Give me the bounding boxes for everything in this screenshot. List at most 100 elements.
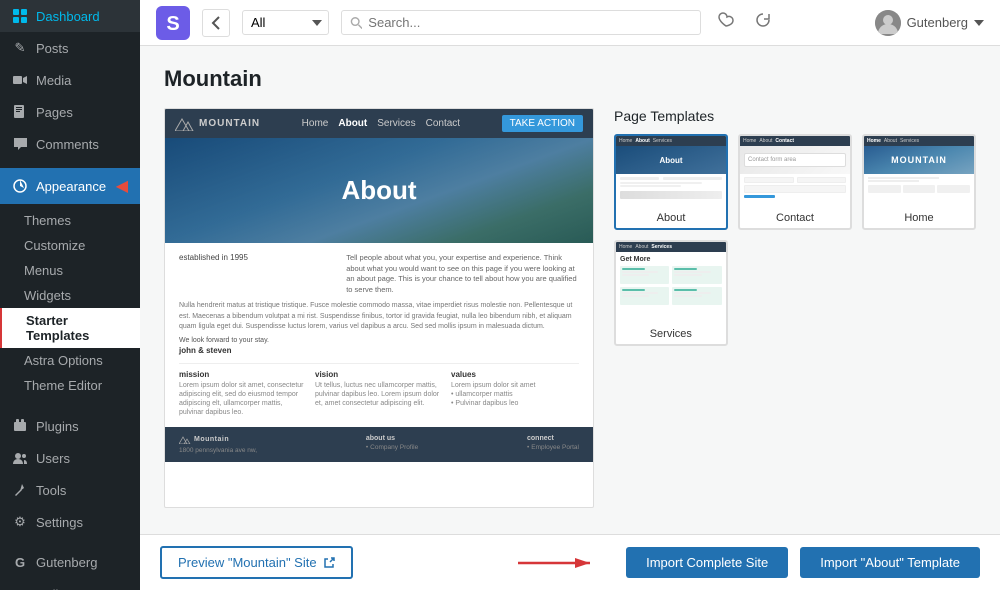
preview-footer-left: Mountain 1800 pennsylvania ave nw, — [179, 435, 257, 454]
main-area: S All Free Premium Gutenberg — [140, 0, 1000, 590]
gutenberg-icon: G — [12, 554, 28, 570]
bottom-bar: Preview "Mountain" Site Import Complete … — [140, 534, 1000, 590]
sidebar-item-label: Gutenberg — [36, 555, 97, 570]
sidebar-item-dashboard[interactable]: Dashboard — [0, 0, 140, 32]
preview-mission-col: mission Lorem ipsum dolor sit amet, cons… — [179, 370, 307, 417]
user-area: Gutenberg — [875, 10, 984, 36]
template-thumb-home[interactable]: Home About Services MOUNTAIN — [862, 134, 976, 230]
sidebar-item-label: Appearance — [36, 179, 106, 194]
sidebar-item-appearance[interactable]: Appearance ◀ — [0, 168, 140, 204]
sidebar-sub-customize[interactable]: Customize — [0, 233, 140, 258]
page-templates-top-row: Home About Services About — [614, 134, 976, 230]
sidebar-sub-menus[interactable]: Menus — [0, 258, 140, 283]
external-link-icon — [323, 557, 335, 569]
comments-icon — [12, 136, 28, 152]
mountain-logo-icon — [175, 117, 195, 131]
about-thumb-label: About — [616, 208, 726, 228]
search-input[interactable] — [368, 15, 692, 30]
dashboard-icon — [12, 8, 28, 24]
preview-vision-col: vision Ut tellus, luctus nec ullamcorper… — [315, 370, 443, 417]
collapse-label: Collapse menu — [36, 587, 123, 590]
services-thumb-img: Home About Services Get More — [616, 242, 726, 324]
home-thumb-img: Home About Services MOUNTAIN — [864, 136, 974, 208]
preview-cta-btn: TAKE ACTION — [502, 115, 583, 132]
about-thumb-img: Home About Services About — [616, 136, 726, 208]
preview-site-name: MOUNTAIN — [175, 117, 260, 131]
appearance-icon — [12, 178, 28, 194]
svg-text:S: S — [166, 13, 179, 35]
preview-about-text: Tell people about what you, your experti… — [346, 253, 579, 295]
red-arrow-icon — [518, 553, 598, 573]
back-button[interactable] — [202, 9, 230, 37]
sidebar-sub-starter-templates[interactable]: Starter Templates — [0, 308, 140, 348]
search-box — [341, 10, 701, 35]
template-thumb-about[interactable]: Home About Services About — [614, 134, 728, 230]
sidebar-item-label: Pages — [36, 105, 73, 120]
tools-icon — [12, 482, 28, 498]
sidebar-item-label: Settings — [36, 515, 83, 530]
template-layout: MOUNTAIN Home About Services Contact TAK… — [164, 108, 976, 508]
media-icon — [12, 72, 28, 88]
template-thumb-contact[interactable]: Home About Contact Contact form area — [738, 134, 852, 230]
sidebar-item-label: Media — [36, 73, 71, 88]
sidebar-item-label: Dashboard — [36, 9, 100, 24]
contact-thumb-label: Contact — [740, 208, 850, 228]
appearance-submenu: Themes Customize Menus Widgets Starter T… — [0, 204, 140, 402]
arrow-indicator — [518, 553, 598, 573]
import-complete-button[interactable]: Import Complete Site — [626, 547, 788, 578]
sidebar: Dashboard ✎ Posts Media Pages Comments A… — [0, 0, 140, 590]
posts-icon: ✎ — [12, 40, 28, 56]
template-thumb-services[interactable]: Home About Services Get More — [614, 240, 728, 346]
sidebar-sub-astra-options[interactable]: Astra Options — [0, 348, 140, 373]
sidebar-sub-widgets[interactable]: Widgets — [0, 283, 140, 308]
services-thumb-label: Services — [616, 324, 726, 344]
pages-icon — [12, 104, 28, 120]
sidebar-item-tools[interactable]: Tools — [0, 474, 140, 506]
settings-icon: ⚙ — [12, 514, 28, 530]
footer-mountain-icon — [179, 435, 191, 444]
favorites-button[interactable] — [713, 8, 739, 37]
sidebar-item-posts[interactable]: ✎ Posts — [0, 32, 140, 64]
appearance-arrow: ◀ — [116, 176, 128, 196]
chevron-down-icon — [974, 20, 984, 26]
user-name: Gutenberg — [907, 15, 968, 30]
preview-body: established in 1995 Tell people about wh… — [165, 243, 593, 427]
preview-values-col: values Lorem ipsum dolor sit amet• ullam… — [451, 370, 579, 417]
preview-footer-connect: connect • Employee Portal — [527, 435, 579, 454]
sidebar-item-label: Posts — [36, 41, 69, 56]
sidebar-item-comments[interactable]: Comments — [0, 128, 140, 160]
sidebar-item-label: Plugins — [36, 419, 79, 434]
sidebar-item-label: Comments — [36, 137, 99, 152]
sidebar-item-users[interactable]: Users — [0, 442, 140, 474]
sidebar-collapse[interactable]: ← Collapse menu — [0, 578, 140, 590]
preview-nav-links: Home About Services Contact — [302, 118, 460, 129]
preview-nav: MOUNTAIN Home About Services Contact TAK… — [165, 109, 593, 138]
preview-footer: Mountain 1800 pennsylvania ave nw, about… — [165, 427, 593, 462]
preview-footer-about: about us • Company Profile — [366, 435, 418, 454]
preview-body-text: Nulla hendrerit matus at tristique trist… — [179, 301, 579, 333]
refresh-button[interactable] — [751, 8, 775, 37]
sidebar-item-settings[interactable]: ⚙ Settings — [0, 506, 140, 538]
page-templates-bottom-row: Home About Services Get More — [614, 240, 976, 346]
filter-dropdown[interactable]: All Free Premium — [242, 10, 329, 35]
search-icon — [350, 16, 362, 29]
preview-site-button[interactable]: Preview "Mountain" Site — [160, 546, 353, 579]
topbar: S All Free Premium Gutenberg — [140, 0, 1000, 46]
sidebar-item-gutenberg[interactable]: G Gutenberg — [0, 546, 140, 578]
preview-hero-text: About — [341, 175, 416, 206]
sidebar-item-pages[interactable]: Pages — [0, 96, 140, 128]
avatar — [875, 10, 901, 36]
sidebar-item-plugins[interactable]: Plugins — [0, 410, 140, 442]
page-title: Mountain — [164, 66, 976, 92]
contact-thumb-img: Home About Contact Contact form area — [740, 136, 850, 208]
preview-mission-row: mission Lorem ipsum dolor sit amet, cons… — [179, 363, 579, 417]
sidebar-sub-theme-editor[interactable]: Theme Editor — [0, 373, 140, 398]
preview-closing: We look forward to your stay. — [179, 337, 579, 344]
collapse-icon: ← — [12, 586, 28, 590]
sidebar-item-media[interactable]: Media — [0, 64, 140, 96]
sidebar-item-label: Tools — [36, 483, 66, 498]
preview-frame: MOUNTAIN Home About Services Contact TAK… — [164, 108, 594, 508]
import-template-button[interactable]: Import "About" Template — [800, 547, 980, 578]
page-templates-panel: Page Templates Home About Services — [614, 108, 976, 508]
sidebar-sub-themes[interactable]: Themes — [0, 208, 140, 233]
